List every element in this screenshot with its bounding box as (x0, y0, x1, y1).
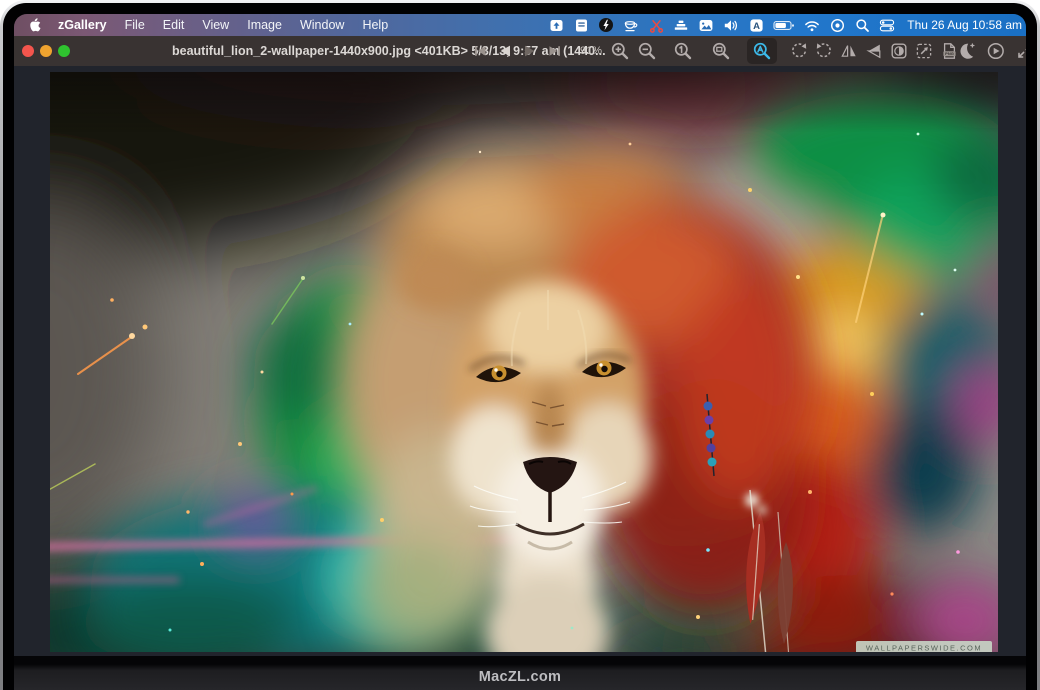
control-center-icon[interactable] (879, 17, 895, 33)
fullscreen-icon[interactable] (1016, 42, 1026, 60)
brand-text: MacZL.com (479, 669, 561, 685)
apple-menu[interactable] (26, 18, 49, 33)
record-icon[interactable] (829, 17, 845, 33)
zoom-fit-icon[interactable] (711, 41, 731, 61)
zoom-group (610, 38, 777, 64)
zoom-auto-icon[interactable] (747, 38, 777, 64)
rotate-right-icon[interactable] (815, 42, 833, 60)
flip-vertical-icon[interactable] (865, 42, 883, 60)
input-source-icon[interactable]: A (748, 17, 764, 33)
lightning-icon[interactable] (598, 17, 614, 33)
battery-icon[interactable] (773, 17, 795, 33)
notebook-icon[interactable] (573, 17, 589, 33)
slideshow-icon[interactable] (986, 41, 1006, 61)
menu-bar-status: A Thu 26 Aug 10:58 am (548, 17, 1022, 33)
previous-image-icon[interactable] (497, 43, 513, 59)
scissors-icon[interactable] (648, 17, 664, 33)
screen: zGallery File Edit View Image Window Hel… (14, 14, 1026, 656)
laptop-frame: zGallery File Edit View Image Window Hel… (0, 0, 1040, 690)
zoom-out-icon[interactable] (637, 41, 657, 61)
transform-group: PNG (790, 42, 959, 60)
spotlight-icon[interactable] (854, 17, 870, 33)
top-shade (50, 72, 998, 132)
menu-file[interactable]: File (116, 14, 154, 36)
flip-horizontal-icon[interactable] (840, 42, 858, 60)
watermark-text: WALLPAPERSWIDE.COM (866, 644, 982, 653)
volume-icon[interactable] (723, 17, 739, 33)
cup-icon[interactable] (623, 17, 639, 33)
zoom-actual-size-icon[interactable] (673, 41, 693, 61)
menu-view[interactable]: View (193, 14, 238, 36)
menu-bar-clock[interactable]: Thu 26 Aug 10:58 am (904, 18, 1022, 32)
zoom-level-label: 91% (566, 45, 602, 57)
rotate-left-icon[interactable] (790, 42, 808, 60)
screen-bezel: zGallery File Edit View Image Window Hel… (3, 3, 1037, 690)
window-toolbar: beautiful_lion_2-wallpaper-1440x900.jpg … (14, 36, 1026, 66)
app-menu-zgallery[interactable]: zGallery (49, 14, 116, 36)
menu-window[interactable]: Window (291, 14, 353, 36)
menu-bar-left: zGallery File Edit View Image Window Hel… (26, 14, 397, 36)
image-canvas: WALLPAPERSWIDE.COM (14, 66, 1026, 656)
wifi-icon[interactable] (804, 17, 820, 33)
laptop-chin: MacZL.com (14, 656, 1026, 690)
adjust-icon[interactable] (890, 42, 908, 60)
menu-help[interactable]: Help (353, 14, 397, 36)
watermark: WALLPAPERSWIDE.COM (856, 641, 992, 652)
next-image-icon[interactable] (522, 43, 538, 59)
last-image-icon[interactable] (547, 43, 563, 59)
close-window-button[interactable] (22, 45, 34, 57)
menu-edit[interactable]: Edit (154, 14, 194, 36)
stack-icon[interactable] (673, 17, 689, 33)
apple-icon (28, 18, 41, 33)
svg-text:PNG: PNG (945, 51, 954, 56)
lion-artwork[interactable]: WALLPAPERSWIDE.COM (50, 72, 998, 652)
resize-icon[interactable] (915, 42, 933, 60)
svg-text:A: A (753, 21, 760, 32)
zoom-in-icon[interactable] (610, 41, 630, 61)
view-group (956, 41, 1026, 61)
first-image-icon[interactable] (472, 43, 488, 59)
zoom-window-button[interactable] (58, 45, 70, 57)
minimize-window-button[interactable] (40, 45, 52, 57)
upload-box-icon[interactable] (548, 17, 564, 33)
dark-mode-icon[interactable] (956, 41, 976, 61)
menu-image[interactable]: Image (238, 14, 291, 36)
nav-group (472, 43, 563, 59)
photos-icon[interactable] (698, 17, 714, 33)
menu-bar: zGallery File Edit View Image Window Hel… (14, 14, 1026, 36)
